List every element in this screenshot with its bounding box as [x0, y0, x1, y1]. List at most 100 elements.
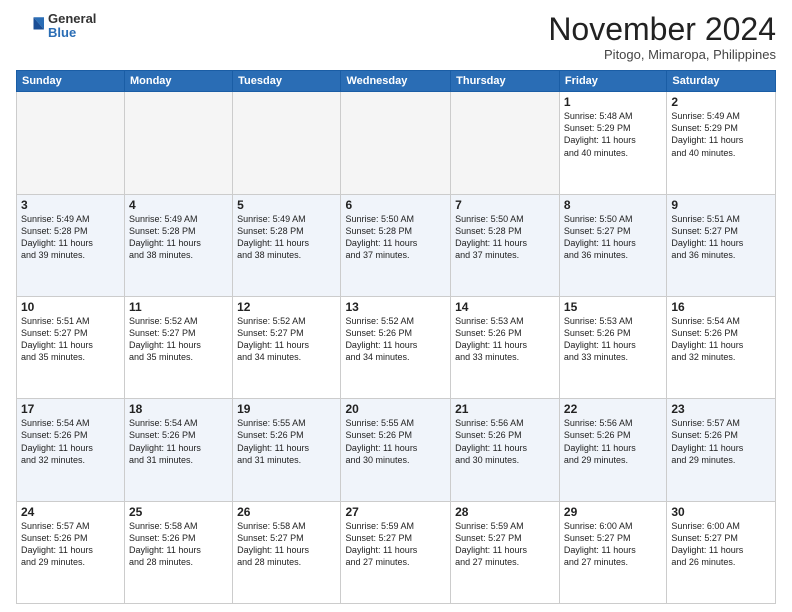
calendar-cell: 10Sunrise: 5:51 AMSunset: 5:27 PMDayligh…: [17, 296, 125, 398]
day-info: Sunrise: 5:53 AMSunset: 5:26 PMDaylight:…: [564, 315, 662, 364]
week-row-5: 24Sunrise: 5:57 AMSunset: 5:26 PMDayligh…: [17, 501, 776, 603]
calendar-cell: 13Sunrise: 5:52 AMSunset: 5:26 PMDayligh…: [341, 296, 451, 398]
day-number: 18: [129, 402, 228, 416]
day-number: 22: [564, 402, 662, 416]
calendar-cell: [341, 92, 451, 194]
day-info: Sunrise: 5:51 AMSunset: 5:27 PMDaylight:…: [671, 213, 771, 262]
day-info: Sunrise: 5:48 AMSunset: 5:29 PMDaylight:…: [564, 110, 662, 159]
day-info: Sunrise: 5:52 AMSunset: 5:26 PMDaylight:…: [345, 315, 446, 364]
day-info: Sunrise: 5:50 AMSunset: 5:27 PMDaylight:…: [564, 213, 662, 262]
day-info: Sunrise: 5:56 AMSunset: 5:26 PMDaylight:…: [455, 417, 555, 466]
calendar-cell: 15Sunrise: 5:53 AMSunset: 5:26 PMDayligh…: [559, 296, 666, 398]
day-info: Sunrise: 6:00 AMSunset: 5:27 PMDaylight:…: [564, 520, 662, 569]
week-row-4: 17 Sunrise: 5:54 AMSunset: 5:26 PMDayligh…: [17, 399, 776, 501]
logo-general-text: General: [48, 12, 96, 26]
day-info: Sunrise: 5:59 AMSunset: 5:27 PMDaylight:…: [455, 520, 555, 569]
day-number: 17: [21, 402, 120, 416]
calendar-cell: 22Sunrise: 5:56 AMSunset: 5:26 PMDayligh…: [559, 399, 666, 501]
calendar-cell: 18Sunrise: 5:54 AMSunset: 5:26 PMDayligh…: [124, 399, 232, 501]
calendar-cell: 24Sunrise: 5:57 AMSunset: 5:26 PMDayligh…: [17, 501, 125, 603]
day-info: Sunrise: 5:58 AMSunset: 5:26 PMDaylight:…: [129, 520, 228, 569]
calendar-cell: 20Sunrise: 5:55 AMSunset: 5:26 PMDayligh…: [341, 399, 451, 501]
day-number: 2: [671, 95, 771, 109]
calendar-cell: 28Sunrise: 5:59 AMSunset: 5:27 PMDayligh…: [451, 501, 560, 603]
day-number: 5: [237, 198, 336, 212]
calendar-cell: 17Sunrise: 5:54 AMSunset: 5:26 PMDayligh…: [17, 399, 125, 501]
calendar-cell: [451, 92, 560, 194]
day-number: 9: [671, 198, 771, 212]
calendar-cell: 12Sunrise: 5:52 AMSunset: 5:27 PMDayligh…: [233, 296, 341, 398]
location: Pitogo, Mimaropa, Philippines: [548, 47, 776, 62]
calendar-cell: 21Sunrise: 5:56 AMSunset: 5:26 PMDayligh…: [451, 399, 560, 501]
day-info: Sunrise: 5:55 AMSunset: 5:26 PMDaylight:…: [237, 417, 336, 466]
logo-icon: [16, 12, 44, 40]
day-number: 12: [237, 300, 336, 314]
day-number: 13: [345, 300, 446, 314]
weekday-header-monday: Monday: [124, 71, 232, 92]
day-number: 10: [21, 300, 120, 314]
calendar-cell: 11Sunrise: 5:52 AMSunset: 5:27 PMDayligh…: [124, 296, 232, 398]
weekday-header-sunday: Sunday: [17, 71, 125, 92]
day-info: Sunrise: 5:49 AMSunset: 5:28 PMDaylight:…: [21, 213, 120, 262]
day-info: Sunrise: 5:57 AMSunset: 5:26 PMDaylight:…: [21, 520, 120, 569]
calendar-cell: 14Sunrise: 5:53 AMSunset: 5:26 PMDayligh…: [451, 296, 560, 398]
logo: General Blue: [16, 12, 96, 41]
calendar-cell: 26Sunrise: 5:58 AMSunset: 5:27 PMDayligh…: [233, 501, 341, 603]
week-row-1: 1Sunrise: 5:48 AMSunset: 5:29 PMDaylight…: [17, 92, 776, 194]
day-number: 28: [455, 505, 555, 519]
day-number: 27: [345, 505, 446, 519]
weekday-header-friday: Friday: [559, 71, 666, 92]
calendar-cell: 29Sunrise: 6:00 AMSunset: 5:27 PMDayligh…: [559, 501, 666, 603]
calendar-cell: 8Sunrise: 5:50 AMSunset: 5:27 PMDaylight…: [559, 194, 666, 296]
day-info: Sunrise: 5:57 AMSunset: 5:26 PMDaylight:…: [671, 417, 771, 466]
day-number: 16: [671, 300, 771, 314]
calendar-cell: [124, 92, 232, 194]
day-number: 7: [455, 198, 555, 212]
header: General Blue November 2024 Pitogo, Mimar…: [16, 12, 776, 62]
weekday-header-saturday: Saturday: [667, 71, 776, 92]
logo-text: General Blue: [48, 12, 96, 41]
day-number: 20: [345, 402, 446, 416]
day-info: Sunrise: 5:52 AMSunset: 5:27 PMDaylight:…: [129, 315, 228, 364]
day-number: 11: [129, 300, 228, 314]
day-number: 14: [455, 300, 555, 314]
week-row-2: 3Sunrise: 5:49 AMSunset: 5:28 PMDaylight…: [17, 194, 776, 296]
day-info: Sunrise: 5:52 AMSunset: 5:27 PMDaylight:…: [237, 315, 336, 364]
calendar-cell: 19Sunrise: 5:55 AMSunset: 5:26 PMDayligh…: [233, 399, 341, 501]
calendar-cell: 16Sunrise: 5:54 AMSunset: 5:26 PMDayligh…: [667, 296, 776, 398]
day-number: 30: [671, 505, 771, 519]
day-number: 8: [564, 198, 662, 212]
day-number: 4: [129, 198, 228, 212]
week-row-3: 10Sunrise: 5:51 AMSunset: 5:27 PMDayligh…: [17, 296, 776, 398]
calendar-cell: 7Sunrise: 5:50 AMSunset: 5:28 PMDaylight…: [451, 194, 560, 296]
day-info: Sunrise: 5:54 AMSunset: 5:26 PMDaylight:…: [129, 417, 228, 466]
calendar-cell: 23Sunrise: 5:57 AMSunset: 5:26 PMDayligh…: [667, 399, 776, 501]
weekday-header-thursday: Thursday: [451, 71, 560, 92]
day-info: Sunrise: 5:53 AMSunset: 5:26 PMDaylight:…: [455, 315, 555, 364]
weekday-header-row: SundayMondayTuesdayWednesdayThursdayFrid…: [17, 71, 776, 92]
day-number: 24: [21, 505, 120, 519]
day-info: Sunrise: 5:56 AMSunset: 5:26 PMDaylight:…: [564, 417, 662, 466]
calendar-cell: 3Sunrise: 5:49 AMSunset: 5:28 PMDaylight…: [17, 194, 125, 296]
calendar-cell: 27Sunrise: 5:59 AMSunset: 5:27 PMDayligh…: [341, 501, 451, 603]
calendar-cell: 1Sunrise: 5:48 AMSunset: 5:29 PMDaylight…: [559, 92, 666, 194]
day-info: Sunrise: 5:49 AMSunset: 5:28 PMDaylight:…: [129, 213, 228, 262]
day-info: Sunrise: 5:55 AMSunset: 5:26 PMDaylight:…: [345, 417, 446, 466]
day-number: 19: [237, 402, 336, 416]
title-block: November 2024 Pitogo, Mimaropa, Philippi…: [548, 12, 776, 62]
calendar-cell: 2Sunrise: 5:49 AMSunset: 5:29 PMDaylight…: [667, 92, 776, 194]
day-number: 6: [345, 198, 446, 212]
calendar-cell: 4Sunrise: 5:49 AMSunset: 5:28 PMDaylight…: [124, 194, 232, 296]
calendar-cell: [17, 92, 125, 194]
day-number: 26: [237, 505, 336, 519]
calendar-table: SundayMondayTuesdayWednesdayThursdayFrid…: [16, 70, 776, 604]
logo-blue-text: Blue: [48, 26, 96, 40]
calendar-cell: 6Sunrise: 5:50 AMSunset: 5:28 PMDaylight…: [341, 194, 451, 296]
page: General Blue November 2024 Pitogo, Mimar…: [0, 0, 792, 612]
weekday-header-tuesday: Tuesday: [233, 71, 341, 92]
day-info: Sunrise: 5:49 AMSunset: 5:28 PMDaylight:…: [237, 213, 336, 262]
calendar-cell: 30Sunrise: 6:00 AMSunset: 5:27 PMDayligh…: [667, 501, 776, 603]
day-info: Sunrise: 5:50 AMSunset: 5:28 PMDaylight:…: [345, 213, 446, 262]
day-info: Sunrise: 5:54 AMSunset: 5:26 PMDaylight:…: [671, 315, 771, 364]
day-number: 21: [455, 402, 555, 416]
